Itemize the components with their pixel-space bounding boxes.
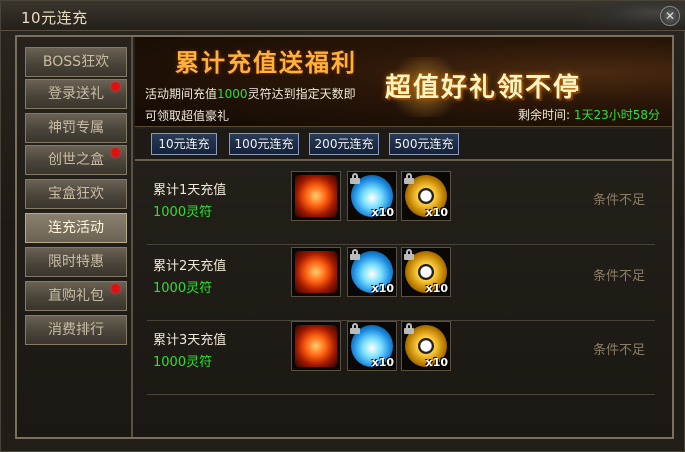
status-label: 条件不足	[592, 269, 645, 284]
sidebar-item-label: 登录送礼	[48, 86, 104, 102]
item-slot[interactable]	[291, 171, 341, 221]
tab-200[interactable]: 200元连充	[309, 133, 379, 155]
banner-description: 活动期间充值1000灵符达到指定天数即 可领取超值豪礼	[145, 83, 395, 126]
desc-suffix: 灵符达到指定天数即	[247, 87, 356, 101]
item-slot[interactable]: x10	[347, 321, 397, 371]
item-quantity: x10	[371, 356, 394, 369]
lock-icon	[350, 249, 360, 260]
remaining-time: 剩余时间: 1天23小时58分	[518, 106, 660, 123]
item-slot[interactable]	[291, 321, 341, 371]
sidebar-item-label: 创世之盒	[48, 152, 104, 168]
sidebar-item-divine[interactable]: 神罚专属	[25, 113, 127, 143]
tab-500[interactable]: 500元连充	[389, 133, 459, 155]
sidebar-item-boss[interactable]: BOSS狂欢	[25, 47, 127, 77]
reward-row: 累计3天充值 1000灵符 x10 x10 条件不足	[147, 321, 655, 395]
sidebar-item-label: 宝盒狂欢	[48, 186, 104, 202]
reward-row: 累计2天充值 1000灵符 x10 x10 条件不足	[147, 247, 655, 321]
tab-100[interactable]: 100元连充	[229, 133, 299, 155]
row-reward: 1000灵符	[153, 205, 213, 220]
row-title: 累计3天充值	[153, 333, 227, 348]
event-window: 10元连充 ✕ BOSS狂欢 登录送礼 神罚专属 创世之盒 宝盒狂欢 连充活动 …	[0, 0, 685, 452]
remaining-label: 剩余时间:	[517, 108, 570, 122]
sidebar-item-direct-buy[interactable]: 直购礼包	[25, 281, 127, 311]
row-reward: 1000灵符	[153, 281, 213, 296]
lock-icon	[350, 323, 360, 334]
sidebar-item-label: 消费排行	[48, 322, 104, 338]
fire-crest-icon	[295, 325, 337, 367]
desc-line2: 可领取超值豪礼	[145, 109, 230, 123]
row-reward: 1000灵符	[153, 355, 213, 370]
sidebar-item-login-gift[interactable]: 登录送礼	[25, 79, 127, 109]
sidebar-item-label: 直购礼包	[48, 288, 104, 304]
item-slot[interactable]: x10	[347, 247, 397, 297]
item-slot[interactable]: x10	[401, 321, 451, 371]
sidebar-item-recharge[interactable]: 连充活动	[25, 213, 127, 243]
tab-10[interactable]: 10元连充	[151, 133, 217, 155]
lock-icon	[404, 173, 414, 184]
remaining-value: 1天23小时58分	[573, 108, 660, 122]
lock-icon	[404, 323, 414, 334]
sidebar-divider	[131, 37, 133, 437]
status-label: 条件不足	[592, 343, 645, 358]
sidebar-item-label: BOSS狂欢	[42, 54, 110, 70]
close-icon[interactable]: ✕	[660, 6, 680, 26]
event-banner: 累计充值送福利 超值好礼领不停 活动期间充值1000灵符达到指定天数即 可领取超…	[135, 37, 672, 127]
item-quantity: x10	[371, 206, 394, 219]
desc-amount: 1000	[217, 87, 248, 101]
row-title: 累计2天充值	[153, 259, 227, 274]
item-slot[interactable]: x10	[347, 171, 397, 221]
notification-dot-icon	[111, 148, 120, 157]
banner-slogan: 超值好礼领不停	[385, 73, 582, 103]
item-slot[interactable]: x10	[401, 247, 451, 297]
item-quantity: x10	[371, 282, 394, 295]
sidebar-item-genesis-box[interactable]: 创世之盒	[25, 145, 127, 175]
sidebar-item-label: 限时特惠	[48, 254, 104, 270]
item-slot[interactable]: x10	[401, 171, 451, 221]
sidebar-item-treasure[interactable]: 宝盒狂欢	[25, 179, 127, 209]
status-label: 条件不足	[592, 193, 645, 208]
sidebar-item-label: 神罚专属	[48, 120, 104, 136]
tier-tabs: 10元连充 100元连充 200元连充 500元连充	[135, 129, 672, 161]
desc-prefix: 活动期间充值	[145, 87, 218, 101]
item-quantity: x10	[425, 356, 448, 369]
item-slot[interactable]	[291, 247, 341, 297]
row-title: 累计1天充值	[153, 183, 227, 198]
fire-crest-icon	[295, 251, 337, 293]
notification-dot-icon	[111, 82, 120, 91]
sidebar-item-ranking[interactable]: 消费排行	[25, 315, 127, 345]
fire-crest-icon	[295, 175, 337, 217]
notification-dot-icon	[111, 284, 120, 293]
item-quantity: x10	[425, 282, 448, 295]
banner-title: 累计充值送福利	[175, 49, 357, 77]
window-title: 10元连充	[21, 9, 88, 27]
item-quantity: x10	[425, 206, 448, 219]
sidebar-item-label: 连充活动	[48, 220, 104, 236]
lock-icon	[404, 249, 414, 260]
sidebar: BOSS狂欢 登录送礼 神罚专属 创世之盒 宝盒狂欢 连充活动 限时特惠 直购礼…	[21, 41, 129, 433]
sidebar-item-limited[interactable]: 限时特惠	[25, 247, 127, 277]
reward-row: 累计1天充值 1000灵符 x10 x10 条件不足	[147, 171, 655, 245]
title-bar[interactable]: 10元连充 ✕	[1, 1, 685, 31]
lock-icon	[350, 173, 360, 184]
